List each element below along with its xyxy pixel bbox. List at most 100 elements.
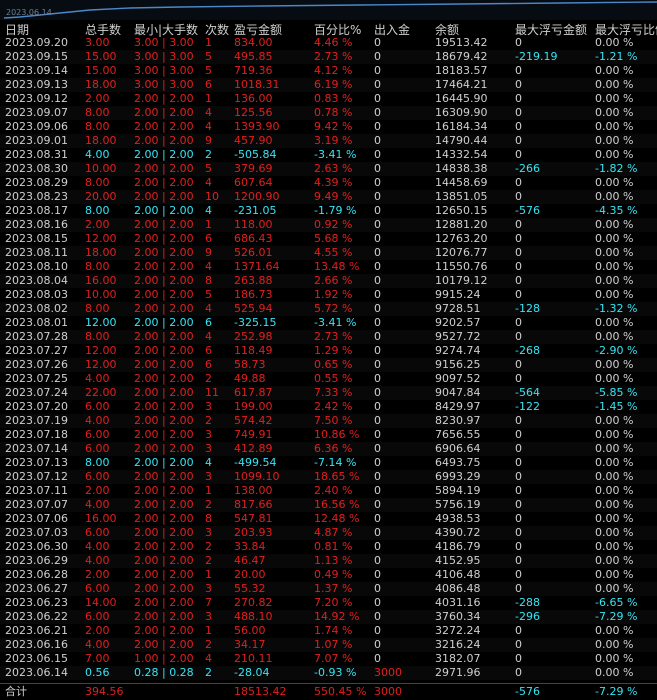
row-percent: 2.73 %	[314, 330, 353, 343]
table-row[interactable]: 2023.07.25 4.00 2.00 | 2.00 2 49.88 0.55 % 0 90…	[0, 372, 657, 386]
table-row[interactable]: 2023.06.15 7.00 1.00 | 2.00 4 210.11 7.07 % 0 3…	[0, 652, 657, 666]
row-deposit: 0	[374, 540, 381, 553]
table-row[interactable]: 2023.09.15 15.00 3.00 | 3.00 5 495.85 2.73 % 0…	[0, 50, 657, 64]
table-row[interactable]: 2023.06.29 4.00 2.00 | 2.00 2 46.47 1.13 % 0 41…	[0, 554, 657, 568]
table-row[interactable]: 2023.08.04 16.00 2.00 | 2.00 8 263.88 2.66 % 0…	[0, 274, 657, 288]
table-row[interactable]: 2023.09.06 8.00 2.00 | 2.00 4 1393.90 9.42 % 0…	[0, 120, 657, 134]
row-balance: 19513.42	[435, 36, 488, 49]
row-balance: 7656.55	[435, 428, 481, 441]
table-row[interactable]: 2023.08.17 8.00 2.00 | 2.00 4 -231.05 -1.79 %…	[0, 204, 657, 218]
table-row[interactable]: 2023.08.10 8.00 2.00 | 2.00 4 1371.64 13.48 %…	[0, 260, 657, 274]
table-row[interactable]: 2023.08.23 20.00 2.00 | 2.00 10 1200.90 9.49 …	[0, 190, 657, 204]
table-row[interactable]: 2023.06.27 6.00 2.00 | 2.00 3 55.32 1.37 % 0 40…	[0, 582, 657, 596]
row-max-float-loss: 0	[515, 120, 522, 133]
table-row[interactable]: 2023.08.16 2.00 2.00 | 2.00 1 118.00 0.92 % 0 1…	[0, 218, 657, 232]
table-row[interactable]: 2023.07.13 8.00 2.00 | 2.00 4 -499.54 -7.14 %…	[0, 456, 657, 470]
row-max-float-loss-pct: 0.00 %	[595, 582, 634, 595]
row-total-lots: 4.00	[85, 540, 110, 553]
table-row[interactable]: 2023.09.07 8.00 2.00 | 2.00 4 125.56 0.78 % 0 1…	[0, 106, 657, 120]
col-max-float-loss-pct-header[interactable]: 最大浮亏比例	[595, 23, 657, 37]
table-row[interactable]: 2023.08.15 12.00 2.00 | 2.00 6 686.43 5.68 % 0…	[0, 232, 657, 246]
table-row[interactable]: 2023.08.29 8.00 2.00 | 2.00 4 607.64 4.39 % 0 1…	[0, 176, 657, 190]
table-row[interactable]: 2023.06.23 14.00 2.00 | 2.00 7 270.82 7.20 % 0…	[0, 596, 657, 610]
row-percent: 0.78 %	[314, 106, 353, 119]
row-count: 6	[205, 358, 212, 371]
row-date: 2023.06.22	[5, 610, 68, 623]
col-max-float-loss-header[interactable]: 最大浮亏金额	[515, 23, 593, 37]
table-row[interactable]: 2023.07.28 8.00 2.00 | 2.00 4 252.98 2.73 % 0 9…	[0, 330, 657, 344]
row-balance: 16184.34	[435, 120, 488, 133]
table-row[interactable]: 2023.08.01 12.00 2.00 | 2.00 6 -325.15 -3.41 …	[0, 316, 657, 330]
table-row[interactable]: 2023.07.03 6.00 2.00 | 2.00 3 203.93 4.87 % 0 4…	[0, 526, 657, 540]
row-count: 2	[205, 414, 212, 427]
table-row[interactable]: 2023.06.14 0.56 0.28 | 0.28 2 -28.04 -0.93 % 3…	[0, 666, 657, 680]
table-row[interactable]: 2023.08.11 18.00 2.00 | 2.00 9 526.01 4.55 % 0…	[0, 246, 657, 260]
table-row[interactable]: 2023.08.30 10.00 2.00 | 2.00 5 379.69 2.63 % 0…	[0, 162, 657, 176]
row-min-max-lots: 2.00 | 2.00	[134, 498, 194, 511]
row-max-float-loss: 0	[515, 372, 522, 385]
table-row[interactable]: 2023.09.01 18.00 2.00 | 2.00 9 457.90 3.19 % 0…	[0, 134, 657, 148]
row-max-float-loss-pct: 0.00 %	[595, 652, 634, 665]
table-row[interactable]: 2023.07.07 4.00 2.00 | 2.00 2 817.66 16.56 % 0…	[0, 498, 657, 512]
row-total-lots: 2.00	[85, 568, 110, 581]
table-row[interactable]: 2023.07.24 22.00 2.00 | 2.00 11 617.87 7.33 %…	[0, 386, 657, 400]
table-row[interactable]: 2023.07.06 16.00 2.00 | 2.00 8 547.81 12.48 %…	[0, 512, 657, 526]
col-total-lots-header[interactable]: 总手数	[85, 23, 133, 37]
row-count: 2	[205, 666, 212, 679]
row-balance: 4086.48	[435, 582, 481, 595]
row-count: 4	[205, 204, 212, 217]
table-row[interactable]: 2023.06.30 4.00 2.00 | 2.00 2 33.84 0.81 % 0 41…	[0, 540, 657, 554]
col-balance-header[interactable]: 余额	[435, 23, 513, 37]
row-count: 10	[205, 190, 219, 203]
table-row[interactable]: 2023.07.26 12.00 2.00 | 2.00 6 58.73 0.65 % 0 9…	[0, 358, 657, 372]
row-percent: 12.48 %	[314, 512, 360, 525]
row-max-float-loss: 0	[515, 288, 522, 301]
row-pnl: 1393.90	[234, 120, 280, 133]
col-min-max-lots-header[interactable]: 最小|大手数	[134, 23, 204, 37]
table-row[interactable]: 2023.08.03 10.00 2.00 | 2.00 5 186.73 1.92 % 0…	[0, 288, 657, 302]
table-row[interactable]: 2023.09.20 3.00 3.00 | 3.00 1 834.00 4.46 % 0 1…	[0, 36, 657, 50]
row-deposit: 3000	[374, 666, 402, 679]
row-pnl: 186.73	[234, 288, 273, 301]
table-row[interactable]: 2023.09.12 2.00 2.00 | 2.00 1 136.00 0.83 % 0 1…	[0, 92, 657, 106]
col-deposit-header[interactable]: 出入金	[374, 23, 432, 37]
row-max-float-loss-pct: 0.00 %	[595, 484, 634, 497]
row-count: 2	[205, 372, 212, 385]
row-deposit: 0	[374, 610, 381, 623]
table-row[interactable]: 2023.07.18 6.00 2.00 | 2.00 3 749.91 10.86 % 0…	[0, 428, 657, 442]
table-row[interactable]: 2023.07.11 2.00 2.00 | 2.00 1 138.00 2.40 % 0 5…	[0, 484, 657, 498]
table-row[interactable]: 2023.06.22 6.00 2.00 | 2.00 3 488.10 14.92 % 0…	[0, 610, 657, 624]
row-max-float-loss-pct: 0.00 %	[595, 624, 634, 637]
row-max-float-loss-pct: 0.00 %	[595, 190, 634, 203]
row-deposit: 0	[374, 526, 381, 539]
table-row[interactable]: 2023.07.12 6.00 2.00 | 2.00 3 1099.10 18.65 %…	[0, 470, 657, 484]
table-row[interactable]: 2023.07.19 4.00 2.00 | 2.00 2 574.42 7.50 % 0 8…	[0, 414, 657, 428]
row-pnl: 379.69	[234, 162, 273, 175]
table-row[interactable]: 2023.07.14 6.00 2.00 | 2.00 3 412.89 6.36 % 0 6…	[0, 442, 657, 456]
row-count: 1	[205, 218, 212, 231]
table-row[interactable]: 2023.06.16 4.00 2.00 | 2.00 2 34.17 1.07 % 0 32…	[0, 638, 657, 652]
col-percent-header[interactable]: 百分比%	[314, 23, 374, 37]
col-pnl-header[interactable]: 盈亏金额	[234, 23, 312, 37]
row-pnl: -505.84	[234, 148, 277, 161]
table-row[interactable]: 2023.07.20 6.00 2.00 | 2.00 3 199.00 2.42 % 0 8…	[0, 400, 657, 414]
row-deposit: 0	[374, 638, 381, 651]
table-row[interactable]: 2023.09.14 15.00 3.00 | 3.00 5 719.36 4.12 % 0…	[0, 64, 657, 78]
table-row[interactable]: 2023.09.13 18.00 3.00 | 3.00 6 1018.31 6.19 %…	[0, 78, 657, 92]
row-count: 6	[205, 78, 212, 91]
row-balance: 12076.77	[435, 246, 488, 259]
table-row[interactable]: 2023.08.02 8.00 2.00 | 2.00 4 525.94 5.72 % 0 9…	[0, 302, 657, 316]
row-min-max-lots: 2.00 | 2.00	[134, 414, 194, 427]
table-row[interactable]: 2023.08.31 4.00 2.00 | 2.00 2 -505.84 -3.41 %…	[0, 148, 657, 162]
table-row[interactable]: 2023.06.28 2.00 2.00 | 2.00 1 20.00 0.49 % 0 41…	[0, 568, 657, 582]
col-date-header[interactable]: 日期	[5, 23, 80, 37]
row-min-max-lots: 2.00 | 2.00	[134, 232, 194, 245]
table-row[interactable]: 2023.07.27 12.00 2.00 | 2.00 6 118.49 1.29 % 0…	[0, 344, 657, 358]
row-balance: 12650.15	[435, 204, 488, 217]
row-max-float-loss: 0	[515, 498, 522, 511]
row-min-max-lots: 1.00 | 2.00	[134, 652, 194, 665]
col-count-header[interactable]: 次数	[205, 23, 232, 37]
table-row[interactable]: 2023.06.21 2.00 2.00 | 2.00 1 56.00 1.74 % 0 32…	[0, 624, 657, 638]
row-total-lots: 2.00	[85, 218, 110, 231]
row-max-float-loss-pct: -5.85 %	[595, 386, 638, 399]
